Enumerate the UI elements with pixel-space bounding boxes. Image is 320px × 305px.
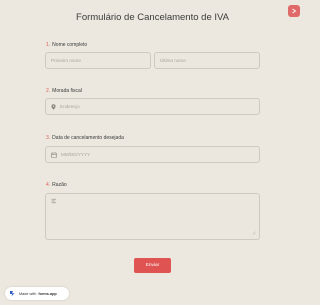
last-name-input[interactable]: Último nome <box>154 52 260 69</box>
made-with-badge[interactable]: Made with forms.app <box>5 287 69 300</box>
cancel-date-input[interactable]: MM/DD/YYYY <box>45 146 260 163</box>
calendar-icon <box>51 151 57 158</box>
first-name-placeholder: Primeiro nome <box>51 58 81 63</box>
field-label-text: Razão <box>52 182 67 188</box>
location-pin-icon <box>51 103 56 110</box>
field-label-address: 2. Morada fiscal <box>46 88 82 94</box>
form-title: Formulário de Cancelamento de IVA <box>76 12 229 23</box>
address-input[interactable]: Endereço <box>45 98 260 115</box>
field-number: 4. <box>46 182 51 188</box>
field-label-reason: 4. Razão <box>46 182 67 188</box>
address-placeholder: Endereço <box>60 104 80 109</box>
field-label-text: Nome completo <box>52 42 88 48</box>
badge-brand: forms.app <box>38 291 57 296</box>
forms-app-logo-icon <box>9 290 16 297</box>
field-label-text: Morada fiscal <box>52 88 82 94</box>
field-number: 2. <box>46 88 51 94</box>
field-number: 1. <box>46 42 51 48</box>
submit-button[interactable]: Enviar <box>134 258 171 273</box>
badge-prefix: Made with <box>19 291 37 296</box>
field-label-text: Data de cancelamento desejada <box>52 135 124 141</box>
last-name-placeholder: Último nome <box>160 58 186 63</box>
field-number: 3. <box>46 135 51 141</box>
text-lines-icon <box>51 198 57 204</box>
field-label-full-name: 1. Nome completo <box>46 42 87 48</box>
cancel-date-placeholder: MM/DD/YYYY <box>61 152 91 157</box>
reason-textarea[interactable] <box>45 193 260 240</box>
field-label-cancel-date: 3. Data de cancelamento desejada <box>46 135 124 141</box>
first-name-input[interactable]: Primeiro nome <box>45 52 151 69</box>
resize-handle-icon[interactable] <box>252 231 256 236</box>
